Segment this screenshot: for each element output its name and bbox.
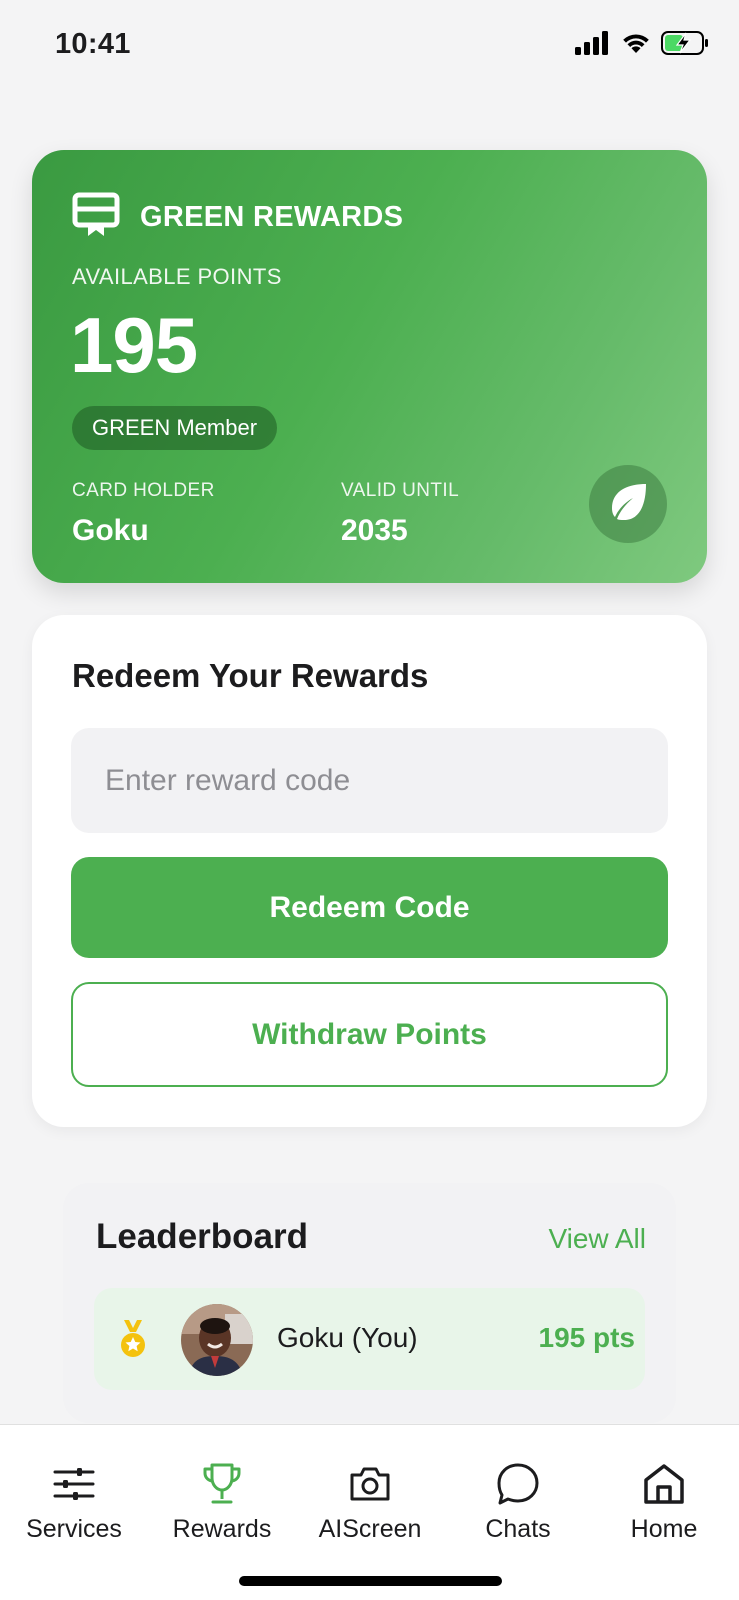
- leaf-badge: [589, 465, 667, 543]
- tab-label: Services: [26, 1515, 122, 1543]
- leaderboard-points: 195 pts: [538, 1322, 636, 1353]
- tab-label: Rewards: [172, 1515, 272, 1543]
- points-label: AVAILABLE POINTS: [72, 264, 282, 289]
- leaderboard-card: Leaderboard View All Goku (You) 195 pts: [63, 1183, 676, 1423]
- trophy-icon: [201, 1461, 243, 1507]
- card-holder-section: CARD HOLDER Goku: [72, 480, 215, 548]
- reward-code-input[interactable]: [71, 728, 668, 833]
- tab-label: Chats: [485, 1515, 551, 1543]
- battery-charging-icon: [661, 30, 709, 61]
- cellular-signal-icon: [575, 31, 611, 60]
- tab-aiscreen[interactable]: AIScreen: [296, 1425, 444, 1555]
- bottom-tab-bar: Services Rewards AIScreen Chats Home: [0, 1424, 739, 1600]
- points-value: 195: [70, 301, 198, 389]
- status-icons: [575, 30, 709, 61]
- tab-label: Home: [630, 1515, 698, 1543]
- valid-until-label: VALID UNTIL: [341, 480, 460, 501]
- rewards-brand-title: GREEN REWARDS: [140, 201, 404, 233]
- view-all-link[interactable]: View All: [548, 1223, 646, 1255]
- leaf-icon: [606, 480, 650, 529]
- card-holder-name: Goku: [72, 514, 149, 547]
- tab-label: AIScreen: [318, 1515, 422, 1543]
- gold-medal-icon: [118, 1320, 148, 1365]
- valid-until-value: 2035: [341, 514, 408, 547]
- valid-until-section: VALID UNTIL 2035: [341, 480, 459, 548]
- home-icon: [642, 1461, 686, 1507]
- leaderboard-title: Leaderboard: [96, 1217, 308, 1256]
- rewards-card: GREEN REWARDS AVAILABLE POINTS 195 GREEN…: [32, 150, 707, 583]
- redeem-code-button[interactable]: Redeem Code: [71, 857, 668, 958]
- status-time: 10:41: [55, 28, 131, 60]
- membership-badge: GREEN Member: [72, 406, 278, 450]
- wifi-icon: [620, 31, 652, 60]
- tab-home[interactable]: Home: [590, 1425, 738, 1555]
- camera-icon: [348, 1461, 392, 1507]
- home-indicator: [239, 1576, 502, 1586]
- tab-rewards[interactable]: Rewards: [148, 1425, 296, 1555]
- status-bar: 10:41: [0, 0, 739, 92]
- card-badge-icon: [72, 192, 120, 243]
- withdraw-points-button[interactable]: Withdraw Points: [71, 982, 668, 1087]
- tab-services[interactable]: Services: [0, 1425, 148, 1555]
- redeem-card: Redeem Your Rewards Redeem Code Withdraw…: [32, 615, 707, 1127]
- leaderboard-row[interactable]: Goku (You) 195 pts: [94, 1288, 645, 1390]
- redeem-title: Redeem Your Rewards: [72, 657, 429, 694]
- rewards-brand: GREEN REWARDS: [72, 192, 403, 243]
- avatar: [181, 1304, 253, 1376]
- chat-bubble-icon: [496, 1461, 540, 1507]
- card-holder-label: CARD HOLDER: [72, 480, 215, 501]
- tab-chats[interactable]: Chats: [444, 1425, 592, 1555]
- sliders-icon: [53, 1461, 95, 1507]
- leaderboard-name: Goku (You): [277, 1322, 418, 1353]
